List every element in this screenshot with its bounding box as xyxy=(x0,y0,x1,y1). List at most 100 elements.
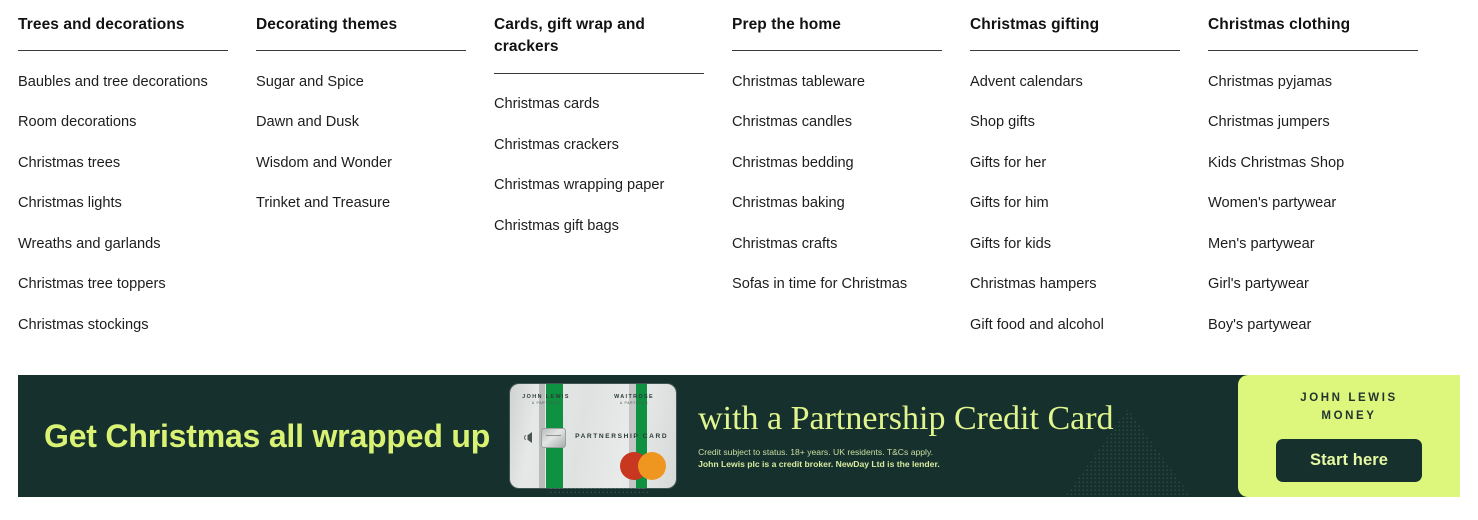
menu-link[interactable]: Boy's partywear xyxy=(1208,305,1426,345)
menu-link[interactable]: Christmas bedding xyxy=(732,143,950,183)
disclaimer-line-1: Credit subject to status. 18+ years. UK … xyxy=(698,446,933,457)
menu-column-christmas-gifting: Christmas gifting Advent calendars Shop … xyxy=(970,14,1208,346)
john-lewis-money-logo: JOHN LEWIS MONEY xyxy=(1300,390,1398,425)
menu-link[interactable]: Wreaths and garlands xyxy=(18,224,236,264)
menu-link[interactable]: Sugar and Spice xyxy=(256,62,474,102)
column-link-list: Baubles and tree decorations Room decora… xyxy=(18,51,236,345)
menu-link[interactable]: Christmas stockings xyxy=(18,305,236,345)
menu-link[interactable]: Christmas tableware xyxy=(732,62,950,102)
list-item: Christmas tree toppers xyxy=(18,265,236,305)
column-heading: Trees and decorations xyxy=(18,16,185,33)
list-item: Christmas candles xyxy=(732,103,950,143)
menu-link[interactable]: Trinket and Treasure xyxy=(256,184,474,224)
column-heading: Cards, gift wrap and crackers xyxy=(494,16,645,56)
contactless-payment-icon xyxy=(524,432,533,443)
menu-link[interactable]: Christmas trees xyxy=(18,143,236,183)
list-item: Christmas lights xyxy=(18,184,236,224)
menu-link[interactable]: Women's partywear xyxy=(1208,184,1426,224)
menu-link[interactable]: Gifts for her xyxy=(970,143,1188,183)
list-item: Christmas crafts xyxy=(732,224,950,264)
list-item: Christmas cards xyxy=(494,85,712,125)
menu-link[interactable]: Christmas crafts xyxy=(732,224,950,264)
menu-column-christmas-clothing: Christmas clothing Christmas pyjamas Chr… xyxy=(1208,14,1446,346)
list-item: Christmas jumpers xyxy=(1208,103,1426,143)
menu-column-trees-and-decorations: Trees and decorations Baubles and tree d… xyxy=(18,14,256,346)
list-item: Wisdom and Wonder xyxy=(256,143,474,183)
menu-link[interactable]: Christmas candles xyxy=(732,103,950,143)
logo-line-1: JOHN LEWIS xyxy=(1300,392,1398,405)
list-item: Baubles and tree decorations xyxy=(18,62,236,102)
list-item: Room decorations xyxy=(18,103,236,143)
start-here-button[interactable]: Start here xyxy=(1275,438,1423,482)
list-item: Gifts for her xyxy=(970,143,1188,183)
menu-link[interactable]: Girl's partywear xyxy=(1208,265,1426,305)
menu-link[interactable]: Gifts for him xyxy=(970,184,1188,224)
column-heading: Christmas clothing xyxy=(1208,16,1351,33)
menu-link[interactable]: Shop gifts xyxy=(970,103,1188,143)
list-item: Advent calendars xyxy=(970,62,1188,102)
list-item: Christmas tableware xyxy=(732,62,950,102)
list-item: Gifts for kids xyxy=(970,224,1188,264)
menu-link[interactable]: Wisdom and Wonder xyxy=(256,143,474,183)
card-brand-sub-text: & PARTNERS xyxy=(531,401,561,406)
column-link-list: Christmas cards Christmas crackers Chris… xyxy=(494,74,712,247)
list-item: Christmas gift bags xyxy=(494,206,712,246)
menu-column-decorating-themes: Decorating themes Sugar and Spice Dawn a… xyxy=(256,14,494,346)
list-item: Women's partywear xyxy=(1208,184,1426,224)
menu-link[interactable]: Christmas wrapping paper xyxy=(494,166,712,206)
partnership-credit-card-banner[interactable]: Get Christmas all wrapped up JOHN LEWIS … xyxy=(18,375,1460,497)
menu-link[interactable]: Men's partywear xyxy=(1208,224,1426,264)
list-item: Trinket and Treasure xyxy=(256,184,474,224)
column-link-list: Christmas tableware Christmas candles Ch… xyxy=(732,51,950,305)
list-item: Christmas stockings xyxy=(18,305,236,345)
column-heading: Christmas gifting xyxy=(970,16,1100,33)
banner-content: Get Christmas all wrapped up JOHN LEWIS … xyxy=(18,375,1238,497)
banner-headline: Get Christmas all wrapped up xyxy=(44,417,491,454)
list-item: Men's partywear xyxy=(1208,224,1426,264)
list-item: Christmas pyjamas xyxy=(1208,62,1426,102)
list-item: Shop gifts xyxy=(970,103,1188,143)
disclaimer-line-2: John Lewis plc is a credit broker. NewDa… xyxy=(698,459,940,470)
list-item: Christmas baking xyxy=(732,184,950,224)
list-item: Christmas hampers xyxy=(970,265,1188,305)
menu-link[interactable]: Room decorations xyxy=(18,103,236,143)
card-chip-icon xyxy=(541,428,567,448)
menu-link[interactable]: Baubles and tree decorations xyxy=(18,62,236,102)
menu-column-prep-the-home: Prep the home Christmas tableware Christ… xyxy=(732,14,970,346)
card-brand-john-lewis: JOHN LEWIS & PARTNERS xyxy=(518,394,574,405)
column-link-list: Christmas pyjamas Christmas jumpers Kids… xyxy=(1208,51,1426,345)
menu-link[interactable]: Christmas gift bags xyxy=(494,206,712,246)
banner-disclaimer: Credit subject to status. 18+ years. UK … xyxy=(698,446,1238,471)
menu-link[interactable]: Dawn and Dusk xyxy=(256,103,474,143)
mega-menu: Trees and decorations Baubles and tree d… xyxy=(0,0,1478,346)
menu-link[interactable]: Advent calendars xyxy=(970,62,1188,102)
menu-link[interactable]: Kids Christmas Shop xyxy=(1208,143,1426,183)
list-item: Sugar and Spice xyxy=(256,62,474,102)
logo-line-2: MONEY xyxy=(1321,409,1377,422)
menu-link[interactable]: Christmas crackers xyxy=(494,125,712,165)
column-link-list: Sugar and Spice Dawn and Dusk Wisdom and… xyxy=(256,51,474,224)
menu-link[interactable]: Sofas in time for Christmas xyxy=(732,265,950,305)
menu-link[interactable]: Christmas jumpers xyxy=(1208,103,1426,143)
list-item: Christmas trees xyxy=(18,143,236,183)
menu-link[interactable]: Christmas cards xyxy=(494,85,712,125)
mastercard-logo-icon xyxy=(620,452,667,480)
menu-link[interactable]: Christmas tree toppers xyxy=(18,265,236,305)
menu-link[interactable]: Gifts for kids xyxy=(970,224,1188,264)
menu-link[interactable]: Christmas lights xyxy=(18,184,236,224)
card-type-label: PARTNERSHIP CARD xyxy=(575,433,669,440)
menu-column-cards-gift-wrap-and-crackers: Cards, gift wrap and crackers Christmas … xyxy=(494,14,732,346)
menu-link[interactable]: Christmas baking xyxy=(732,184,950,224)
banner-subheadline: with a Partnership Credit Card xyxy=(698,400,1114,438)
card-brand-main-text: WAITROSE xyxy=(614,394,655,400)
list-item: Girl's partywear xyxy=(1208,265,1426,305)
menu-link[interactable]: Gift food and alcohol xyxy=(970,305,1188,345)
card-brand-waitrose: WAITROSE & PARTNERS xyxy=(602,394,666,405)
menu-link[interactable]: Christmas hampers xyxy=(970,265,1188,305)
list-item: Gift food and alcohol xyxy=(970,305,1188,345)
banner-cta-panel: JOHN LEWIS MONEY Start here xyxy=(1238,375,1460,497)
list-item: Kids Christmas Shop xyxy=(1208,143,1426,183)
menu-link[interactable]: Christmas pyjamas xyxy=(1208,62,1426,102)
column-link-list: Advent calendars Shop gifts Gifts for he… xyxy=(970,51,1188,345)
list-item: Christmas wrapping paper xyxy=(494,166,712,206)
